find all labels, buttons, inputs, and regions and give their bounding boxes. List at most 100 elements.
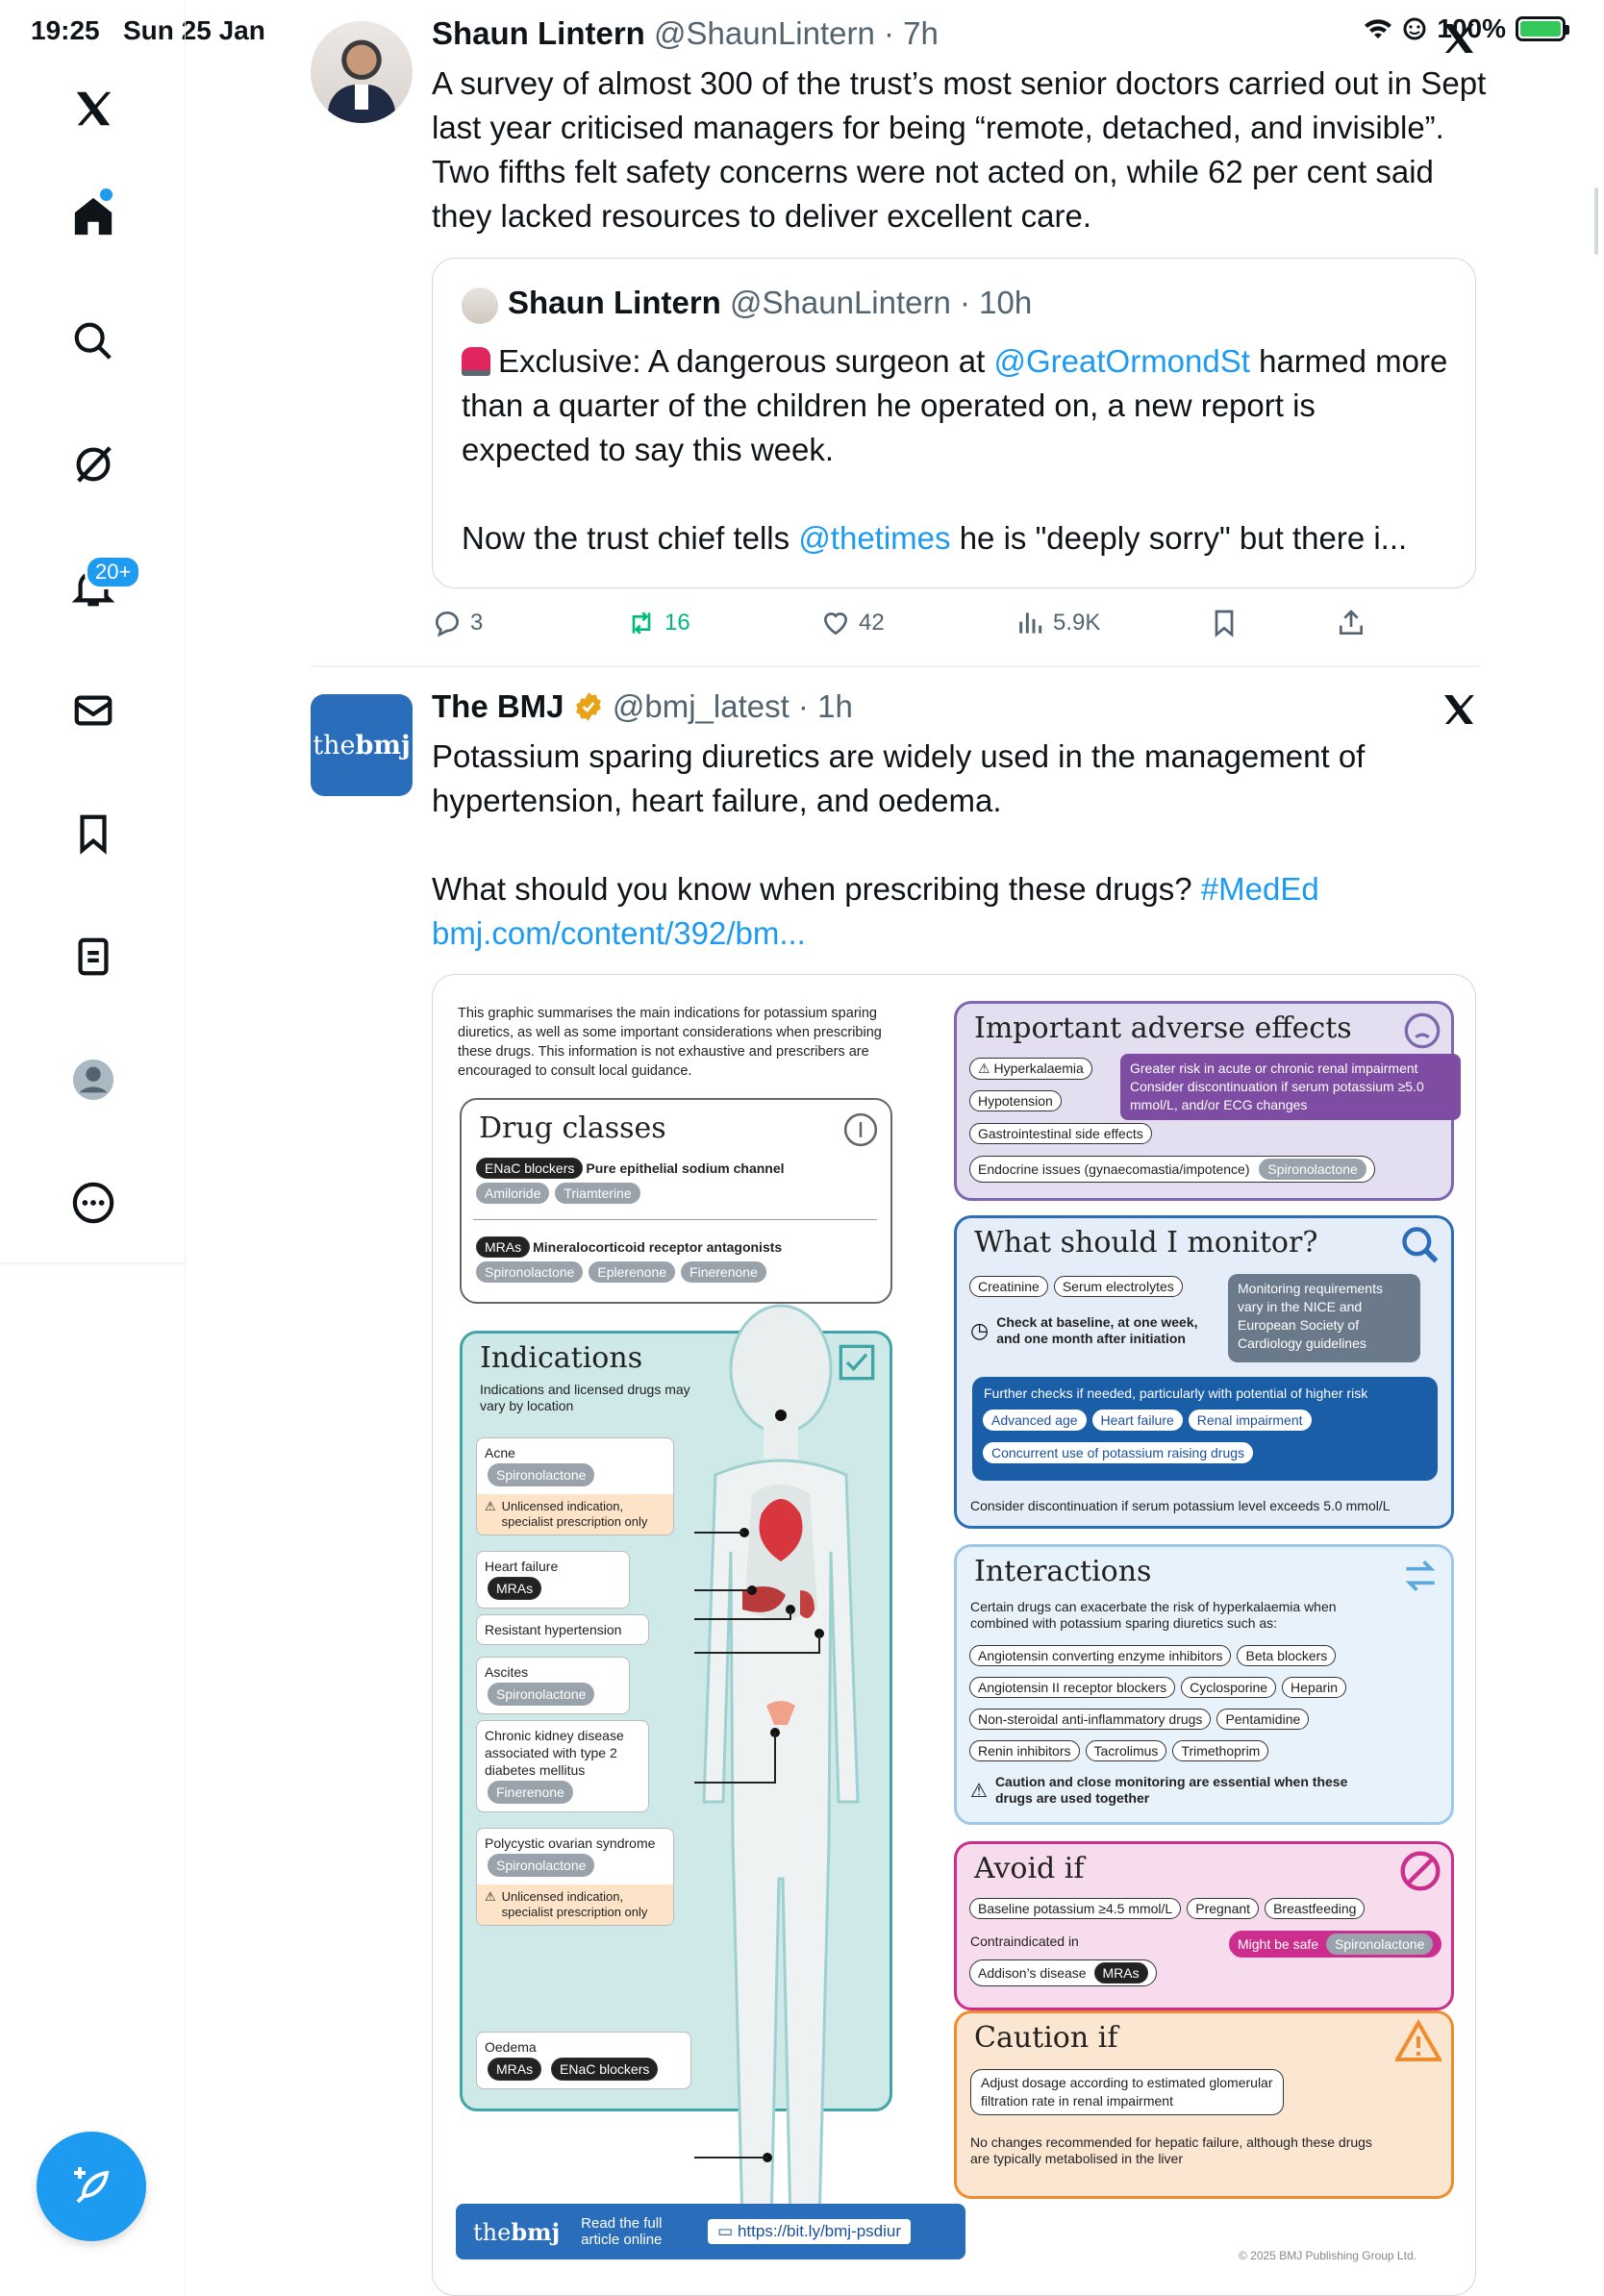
bmj-logo: thebmj [473,2218,560,2246]
repost-icon [632,611,651,635]
x-logo-icon [76,91,112,126]
drug-pill: Spironolactone [1259,1159,1366,1180]
contraindicated-label: Contraindicated in [970,1934,1079,1949]
sidebar-item-profile[interactable] [60,1046,127,1113]
notifications-badge: 20+ [85,555,142,589]
repost-count: 16 [664,610,690,636]
monitor-pill: Creatinine [969,1276,1048,1297]
infographic-image[interactable]: This graphic summarises the main indicat… [432,974,1476,2296]
sidebar-item-messages[interactable] [60,677,127,744]
compose-button[interactable] [37,2132,146,2241]
higher-risk-box: Further checks if needed, particularly w… [972,1377,1438,1481]
quoted-text-part: Now the trust chief tells [462,520,799,556]
author-handle[interactable]: @bmj_latest [613,688,789,724]
tweet-time[interactable]: 7h [903,15,939,51]
compose-feather-icon [74,2167,110,2204]
unlicensed-text: Unlicensed indication, specialist prescr… [501,1499,648,1529]
reply-button[interactable]: 3 [432,608,483,638]
risk-pill: Advanced age [983,1410,1087,1431]
mras-desc: Mineralocorticoid receptor antagonists [533,1238,783,1255]
mention-link[interactable]: @thetimes [798,520,950,556]
adverse-title: Important adverse effects [974,1011,1352,1045]
grok-icon [76,446,112,483]
enac-pill: ENaC blockers [476,1158,584,1179]
caution-title: Caution if [974,2021,1118,2055]
warning-icon: ⚠ [970,1780,988,1802]
author-handle[interactable]: @ShaunLintern [654,15,875,51]
tweet-paragraph: What should you know when prescribing th… [432,871,1201,907]
like-button[interactable]: 42 [820,608,885,638]
drug-pill: Spironolactone [476,1261,584,1283]
interactions-title: Interactions [974,1555,1152,1588]
avatar-bmj[interactable]: the bmj [311,694,413,796]
unlicensed-note: ⚠ Unlicensed indication, specialist presc… [477,1494,673,1535]
copyright: © 2025 BMJ Publishing Group Ltd. [1239,2249,1416,2262]
indication-label: Oedema [485,2039,537,2055]
scrollbar[interactable] [1594,187,1598,255]
indication-label: Polycystic ovarian syndrome [485,1835,656,1851]
author-name[interactable]: The BMJ [432,688,564,724]
indication-pcos: Polycystic ovarian syndrome Spironolacto… [476,1828,674,1926]
bookmark-icon [1215,610,1234,637]
adverse-pill: Gastrointestinal side effects [969,1123,1152,1144]
monitoring-panel: What should I monitor? Creatinine Serum … [954,1215,1454,1529]
monitor-check-text: Check at baseline, at one week, and one … [996,1314,1198,1346]
avatar-text: the [313,730,356,761]
mention-link[interactable]: @GreatOrmondSt [994,343,1250,379]
article-link[interactable]: bmj.com/content/392/bm... [432,915,806,951]
sidebar-item-more[interactable] [60,1169,127,1236]
sidebar-item-bookmarks[interactable] [60,800,127,867]
drug-divider [473,1219,877,1220]
share-icon [1340,610,1363,635]
hashtag-link[interactable]: #MedEd [1201,871,1319,907]
mail-icon [74,695,113,726]
avoid-if-panel: Avoid if Baseline potassium ≥4.5 mmol/L … [954,1841,1454,2010]
quoted-tweet[interactable]: Shaun Lintern @ShaunLintern · 10h Exclus… [432,258,1476,588]
x-logo[interactable] [60,75,127,142]
interactions-subtitle: Certain drugs can exacerbate the risk of… [970,1599,1337,1631]
tweet-paragraph: Potassium sparing diuretics are widely u… [432,738,1366,818]
sidebar-item-grok[interactable] [60,431,127,498]
share-button[interactable] [1336,608,1366,638]
avatar-shaun[interactable] [311,21,413,123]
focus-icon [1403,17,1426,40]
drug-pill: MRAs [488,1577,542,1600]
author-name[interactable]: Shaun Lintern [432,15,645,51]
indication-ascites: Ascites Spironolactone [476,1657,630,1714]
quoted-author-handle: @ShaunLintern [730,285,951,320]
tweet-text: Potassium sparing diuretics are widely u… [432,735,1490,956]
interaction-pill: Tacrolimus [1085,1740,1167,1761]
x-logo-icon [1444,24,1474,53]
dot-separator: · [874,15,904,51]
interaction-pill: Pentamidine [1216,1709,1310,1730]
view-count: 5.9K [1053,610,1101,636]
heart-icon [823,612,848,636]
interactions-caution: Caution and close monitoring are essenti… [994,1774,1348,1806]
bookmark-button[interactable] [1209,608,1240,638]
adverse-pill: Hypotension [969,1090,1062,1111]
interaction-pill: Beta blockers [1237,1645,1337,1666]
interactions-panel: Interactions Certain drugs can exacerbat… [954,1544,1454,1825]
drug-pill: Triamterine [555,1183,640,1204]
monitor-discontinue: Consider discontinuation if serum potass… [970,1498,1391,1513]
interaction-pill: Cyclosporine [1181,1677,1277,1698]
drug-pill: MRAs [1093,1962,1148,1984]
repost-button[interactable]: 16 [626,608,690,638]
avoid-pill: Breastfeeding [1265,1898,1366,1919]
sidebar-item-home[interactable] [60,183,127,250]
indication-resistant-hypertension: Resistant hypertension [476,1614,649,1645]
views-button[interactable]: 5.9K [1015,608,1100,638]
avatar-icon [72,1059,114,1101]
home-icon [74,197,113,236]
quoted-text-part: Exclusive: A dangerous surgeon at [498,343,994,379]
unlicensed-text: Unlicensed indication, specialist prescr… [501,1889,648,1919]
indication-label: Acne [485,1445,515,1460]
quoted-author-name: Shaun Lintern [508,285,721,320]
sidebar-item-lists[interactable] [60,923,127,990]
drug-pill: Spironolactone [1325,1934,1434,1955]
caution-dosage: Adjust dosage according to estimated glo… [970,2069,1284,2115]
tweet-time[interactable]: 1h [817,688,853,724]
might-be-safe-label: Might be safe [1238,1936,1319,1952]
interaction-pill: Angiotensin II receptor blockers [969,1677,1176,1698]
sidebar-item-search[interactable] [60,308,127,375]
